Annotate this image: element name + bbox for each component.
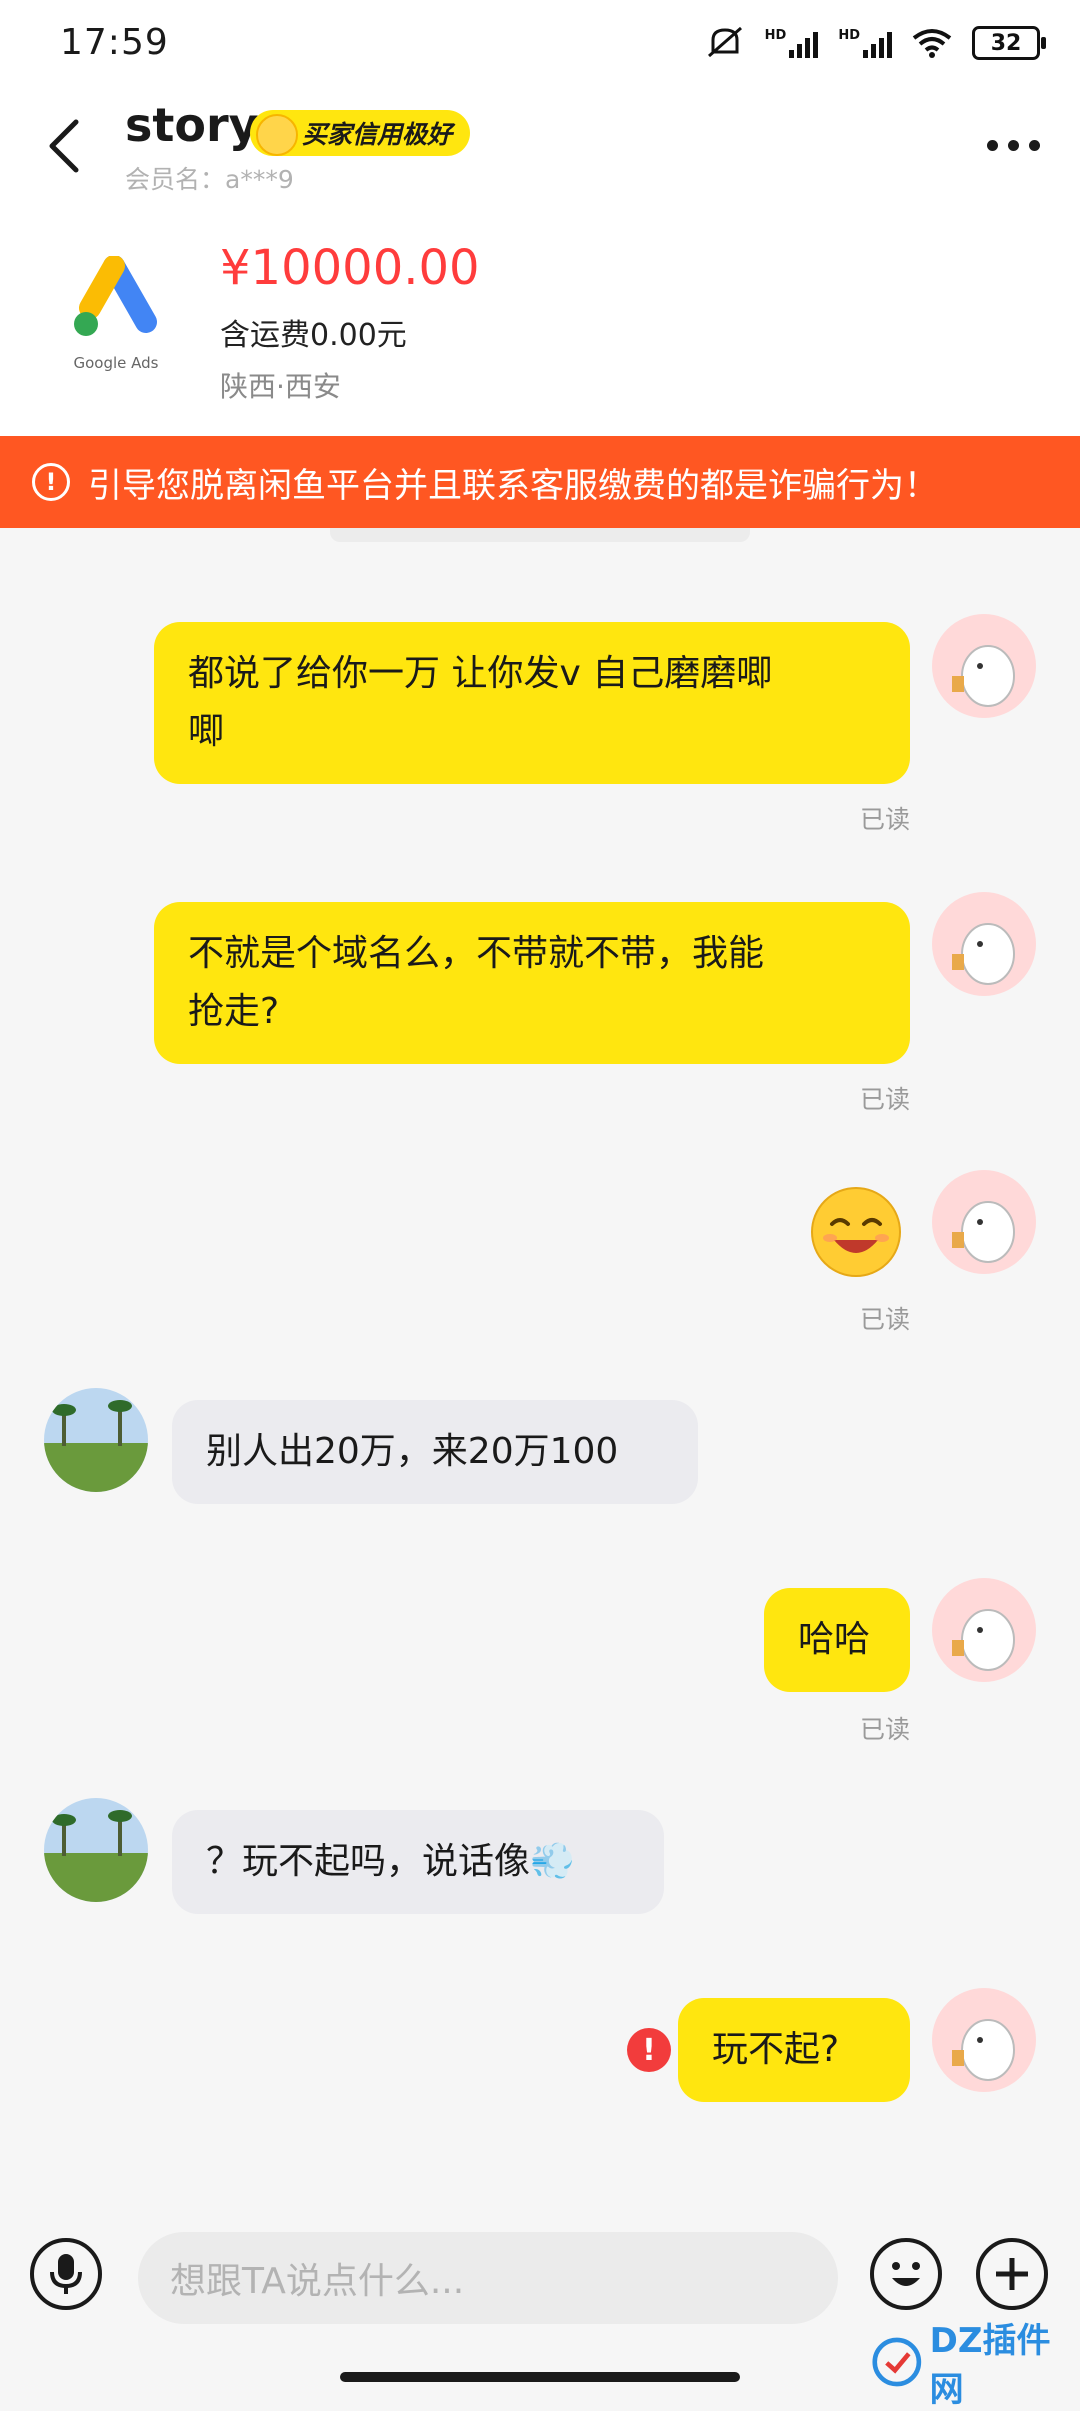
back-arrow-icon[interactable] [44,116,84,176]
my-avatar[interactable] [932,614,1036,718]
grinning-face-icon[interactable] [810,1186,902,1278]
my-avatar[interactable] [932,1988,1036,2092]
home-indicator [340,2372,740,2382]
product-price: ¥10000.00 [220,240,480,296]
notice-tab [330,528,750,542]
message-bubble-contact[interactable]: 别人出20万，来20万100 [172,1400,698,1504]
my-avatar[interactable] [932,1170,1036,1274]
watermark-logo-icon [872,2337,922,2387]
read-status: 已读 [859,1085,910,1114]
microphone-icon[interactable] [30,2238,102,2310]
warning-icon: ! [32,463,70,501]
credit-badge: 买家信用极好 [250,110,471,156]
read-status: 已读 [859,805,910,834]
battery-icon: 32 [972,26,1046,60]
message-bubble-me[interactable]: 不就是个域名么，不带就不带，我能 抢走? [154,902,910,1064]
read-status: 已读 [859,1715,910,1744]
my-avatar[interactable] [932,1578,1036,1682]
status-time: 17:59 [60,22,169,63]
signal-icon: HD [765,28,819,58]
member-name: 会员名：a***9 [125,165,294,194]
google-ads-logo[interactable]: Google Ads [56,255,176,396]
page-title: story [125,98,259,152]
my-avatar[interactable] [932,892,1036,996]
add-icon[interactable] [976,2238,1048,2310]
product-location: 陕西·西安 [220,370,341,403]
read-status: 已读 [859,1305,910,1334]
contact-avatar[interactable] [44,1798,148,1902]
fraud-warning-banner: ! 引导您脱离闲鱼平台并且联系客服缴费的都是诈骗行为！ [0,436,1080,528]
google-ads-icon [74,255,157,336]
message-input[interactable]: 想跟TA说点什么... [138,2232,838,2324]
smile-face-icon [256,114,298,156]
status-icons: HD HD 32 [705,26,1046,60]
contact-avatar[interactable] [44,1388,148,1492]
message-bubble-me[interactable]: 哈哈 [764,1588,910,1692]
watermark: DZ插件网 [872,2321,1072,2410]
wifi-icon [912,29,952,58]
emoji-icon[interactable] [870,2238,942,2310]
message-bubble-contact[interactable]: ？玩不起吗，说话像💨 [172,1810,664,1914]
more-icon[interactable] [987,140,1040,151]
message-bubble-me[interactable]: 都说了给你一万 让你发v 自己磨磨唧唧 [154,622,910,784]
shipping-fee: 含运费0.00元 [220,318,407,353]
message-bubble-me[interactable]: 玩不起? [678,1998,910,2102]
signal-icon-2: HD [838,28,892,58]
mute-icon [707,26,742,58]
send-failed-icon[interactable]: ! [627,2028,671,2072]
